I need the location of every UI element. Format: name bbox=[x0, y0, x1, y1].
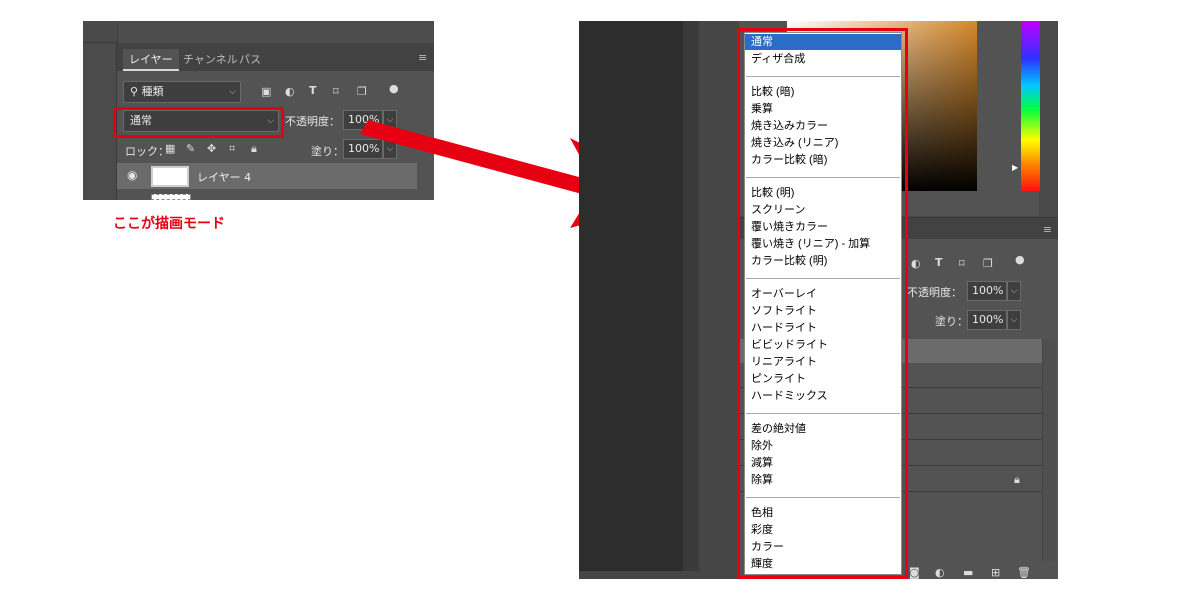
panel-menu-icon[interactable]: ≡ bbox=[418, 52, 428, 63]
lock-label: ロック： bbox=[125, 145, 169, 158]
filter-toggle-icon[interactable]: ● bbox=[1015, 253, 1025, 266]
panel-divider bbox=[683, 21, 699, 579]
image-filter-icon[interactable]: ▣ bbox=[261, 85, 271, 98]
search-icon: ⚲ bbox=[130, 85, 142, 98]
shape-filter-icon[interactable]: ⌑ bbox=[959, 257, 965, 270]
type-filter-icon[interactable]: T bbox=[309, 84, 317, 97]
tab-paths[interactable]: パス bbox=[233, 49, 267, 71]
eye-icon[interactable]: ◉ bbox=[127, 168, 137, 182]
new-layer-icon[interactable]: ⊞ bbox=[991, 566, 1000, 579]
fill-label: 塗り： bbox=[311, 145, 344, 158]
smart-object-filter-icon[interactable]: ❐ bbox=[357, 85, 367, 98]
layer-lock-icon: 🔒︎ bbox=[1014, 473, 1020, 486]
opacity-chevron-icon[interactable]: ⌵ bbox=[1007, 281, 1021, 301]
type-filter-icon[interactable]: T bbox=[935, 256, 943, 269]
hue-slider-handle-icon[interactable]: ▶ bbox=[1012, 163, 1018, 172]
fill-input[interactable]: 100% bbox=[967, 310, 1007, 330]
layers-scrollbar[interactable] bbox=[1042, 339, 1056, 561]
panel-menu-icon[interactable]: ≡ bbox=[1043, 224, 1052, 235]
lock-artboard-icon[interactable]: ⌗ bbox=[229, 142, 235, 156]
lock-position-icon[interactable]: ✥ bbox=[207, 142, 216, 155]
tab-layers[interactable]: レイヤー bbox=[123, 49, 179, 71]
opacity-label: 不透明度： bbox=[285, 115, 340, 128]
lock-transparent-icon[interactable]: ▦ bbox=[165, 142, 175, 155]
caption-text: ここが描画モード bbox=[113, 216, 225, 232]
layer-name: レイヤー 4 bbox=[197, 171, 252, 184]
opacity-input[interactable]: 100% bbox=[967, 281, 1007, 301]
hue-slider[interactable] bbox=[1021, 21, 1040, 191]
filter-kind-dropdown[interactable]: ⚲ 種類 ⌵ bbox=[123, 81, 241, 103]
blend-mode-highlight-box bbox=[113, 107, 284, 138]
panel-gutter bbox=[699, 21, 739, 579]
opacity-label: 不透明度： bbox=[907, 286, 962, 299]
trash-icon[interactable]: 🗑︎ bbox=[1017, 566, 1031, 579]
smart-object-filter-icon[interactable]: ❐ bbox=[983, 257, 993, 270]
mask-icon[interactable]: ◙ bbox=[909, 566, 920, 579]
shape-filter-icon[interactable]: ⌑ bbox=[333, 85, 339, 98]
panel-left-column bbox=[83, 43, 117, 200]
lock-all-icon[interactable]: 🔒︎ bbox=[251, 142, 257, 156]
adjustment-layer-icon[interactable]: ◐ bbox=[935, 566, 945, 579]
chevron-down-icon: ⌵ bbox=[229, 87, 236, 97]
filter-kind-label: 種類 bbox=[141, 85, 164, 98]
layer-thumbnail-partial bbox=[151, 194, 191, 200]
adjustment-filter-icon[interactable]: ◐ bbox=[285, 85, 295, 98]
layer-thumbnail bbox=[151, 166, 189, 187]
adjustment-filter-icon[interactable]: ◐ bbox=[911, 257, 921, 270]
blend-mode-menu-highlight-box bbox=[737, 28, 908, 579]
canvas-area bbox=[579, 21, 683, 573]
lock-brush-icon[interactable]: ✎ bbox=[186, 142, 195, 155]
panel-tab-bar: レイヤー チャンネル パス bbox=[117, 43, 434, 71]
panel-top-box bbox=[117, 21, 434, 43]
fill-chevron-icon[interactable]: ⌵ bbox=[1007, 310, 1021, 330]
canvas-bottom-strip bbox=[579, 571, 699, 579]
filter-toggle-icon[interactable]: ● bbox=[389, 82, 399, 95]
folder-icon[interactable]: ▬ bbox=[963, 566, 973, 579]
fill-label: 塗り： bbox=[935, 315, 968, 328]
